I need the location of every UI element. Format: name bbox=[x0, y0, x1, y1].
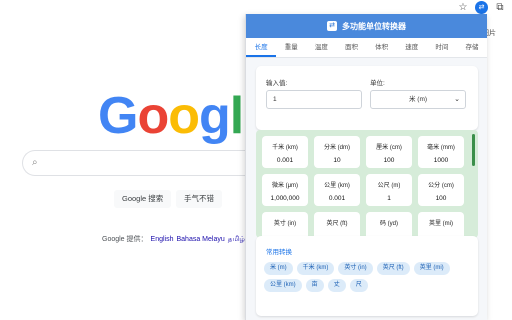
unit-select-value: 米 (m) bbox=[408, 96, 428, 103]
results-panel[interactable]: 千米 (km) 0.001 分米 (dm) 10 厘米 (cm) 100 毫米 (mm… bbox=[256, 130, 478, 238]
puzzle-icon[interactable]: ⧉ bbox=[494, 2, 506, 14]
result-card: 英里 (mi) bbox=[418, 212, 464, 238]
result-value: 0.001 bbox=[328, 195, 346, 202]
common-conversions-title: 常用转换 bbox=[266, 249, 292, 256]
result-value: 0.001 bbox=[276, 157, 294, 164]
result-card: 公分 (cm) 100 bbox=[418, 174, 464, 206]
popup-title: 多功能单位转换器 bbox=[342, 21, 406, 31]
extension-icon[interactable]: ⇄ bbox=[475, 1, 488, 14]
results-grid: 千米 (km) 0.001 分米 (dm) 10 厘米 (cm) 100 毫米 (mm… bbox=[262, 136, 464, 238]
tab-weight[interactable]: 重量 bbox=[276, 38, 306, 57]
logo-letter: g bbox=[198, 87, 231, 145]
result-unit: 英寸 (in) bbox=[273, 221, 297, 227]
result-unit: 英里 (mi) bbox=[429, 221, 453, 227]
result-card: 分米 (dm) 10 bbox=[314, 136, 360, 168]
result-card: 毫米 (mm) 1000 bbox=[418, 136, 464, 168]
tab-storage[interactable]: 存储 bbox=[457, 38, 487, 57]
result-unit: 英尺 (ft) bbox=[326, 221, 348, 227]
tab-volume[interactable]: 体积 bbox=[367, 38, 397, 57]
tab-area[interactable]: 面积 bbox=[336, 38, 366, 57]
lucky-button[interactable]: 手气不错 bbox=[176, 190, 222, 208]
logo-letter: l bbox=[229, 87, 244, 145]
result-unit: 厘米 (cm) bbox=[376, 145, 402, 151]
input-label: 输入值: bbox=[266, 80, 288, 87]
category-tabs: 长度 重量 温度 面积 体积 速度 时间 存储 bbox=[246, 38, 487, 58]
result-card: 千米 (km) 0.001 bbox=[262, 136, 308, 168]
chip-inch[interactable]: 英寸 (in) bbox=[338, 262, 373, 275]
star-icon[interactable]: ☆ bbox=[457, 2, 469, 14]
langs-prefix: Google 提供： bbox=[102, 236, 148, 243]
tab-length[interactable]: 长度 bbox=[246, 38, 277, 57]
result-card: 微米 (μm) 1,000,000 bbox=[262, 174, 308, 206]
language-links: Google 提供： English Bahasa Melayu தமிழ் bbox=[102, 234, 245, 244]
result-card: 厘米 (cm) 100 bbox=[366, 136, 412, 168]
results-scrollbar[interactable] bbox=[472, 134, 475, 166]
result-unit: 公里 (km) bbox=[324, 183, 350, 189]
logo-letter: o bbox=[137, 87, 169, 145]
tab-time[interactable]: 时间 bbox=[427, 38, 457, 57]
chip-chi[interactable]: 尺 bbox=[349, 279, 368, 292]
logo-letter: o bbox=[168, 87, 200, 145]
google-search-input[interactable]: ⌕ bbox=[22, 150, 262, 176]
popup-header: ⇄ 多功能单位转换器 bbox=[246, 14, 487, 38]
chip-mu[interactable]: 亩 bbox=[305, 279, 324, 292]
value-input[interactable]: 1 bbox=[266, 90, 362, 109]
converter-logo-icon: ⇄ bbox=[327, 21, 337, 31]
result-unit: 千米 (km) bbox=[272, 145, 298, 151]
result-unit: 公分 (cm) bbox=[428, 183, 454, 189]
browser-toolbar: ☆ ⇄ ⧉ bbox=[0, 0, 512, 14]
result-unit: 分米 (dm) bbox=[324, 145, 350, 151]
tab-temperature[interactable]: 温度 bbox=[306, 38, 336, 57]
result-value: 1,000,000 bbox=[270, 195, 300, 202]
result-value: 100 bbox=[383, 157, 395, 164]
result-card: 英尺 (ft) bbox=[314, 212, 360, 238]
result-value: 100 bbox=[435, 195, 447, 202]
chip-gongli[interactable]: 公里 (km) bbox=[264, 279, 302, 292]
lang-link-english[interactable]: English bbox=[151, 236, 174, 243]
logo-letter: G bbox=[98, 87, 138, 145]
input-card: 输入值: 1 单位: 米 (m) ⌄ bbox=[256, 66, 478, 130]
result-card: 英寸 (in) bbox=[262, 212, 308, 238]
google-search-button[interactable]: Google 搜索 bbox=[114, 190, 172, 208]
chip-kilometer[interactable]: 千米 (km) bbox=[296, 262, 335, 275]
chip-foot[interactable]: 英尺 (ft) bbox=[376, 262, 410, 275]
chip-mile[interactable]: 英里 (mi) bbox=[413, 262, 450, 275]
unit-label: 单位: bbox=[370, 80, 385, 87]
chip-zhang[interactable]: 丈 bbox=[327, 279, 346, 292]
result-value: 1 bbox=[387, 195, 391, 202]
converter-popup: ⇄ 多功能单位转换器 长度 重量 温度 面积 体积 速度 时间 存储 输入值: … bbox=[245, 14, 487, 320]
chevron-down-icon: ⌄ bbox=[454, 96, 460, 103]
chip-meter[interactable]: 米 (m) bbox=[264, 262, 293, 275]
result-unit: 码 (yd) bbox=[379, 221, 398, 227]
toolbar-icons: ☆ ⇄ ⧉ bbox=[457, 1, 506, 14]
result-card: 公里 (km) 0.001 bbox=[314, 174, 360, 206]
common-conversions-card: 常用转换 米 (m) 千米 (km) 英寸 (in) 英尺 (ft) 英里 (m… bbox=[256, 236, 478, 316]
result-value: 1000 bbox=[433, 157, 449, 164]
lang-link-tamil[interactable]: தமிழ் bbox=[228, 236, 245, 243]
common-chips: 米 (m) 千米 (km) 英寸 (in) 英尺 (ft) 英里 (mi) 公里… bbox=[264, 262, 474, 292]
unit-select[interactable]: 米 (m) ⌄ bbox=[370, 90, 466, 109]
result-unit: 毫米 (mm) bbox=[427, 145, 455, 151]
result-card: 公尺 (m) 1 bbox=[366, 174, 412, 206]
tab-speed[interactable]: 速度 bbox=[397, 38, 427, 57]
result-unit: 微米 (μm) bbox=[271, 183, 299, 189]
result-value: 10 bbox=[333, 157, 341, 164]
lang-link-malay[interactable]: Bahasa Melayu bbox=[177, 236, 225, 243]
search-icon: ⌕ bbox=[32, 157, 38, 168]
result-card: 码 (yd) bbox=[366, 212, 412, 238]
result-unit: 公尺 (m) bbox=[377, 183, 401, 189]
